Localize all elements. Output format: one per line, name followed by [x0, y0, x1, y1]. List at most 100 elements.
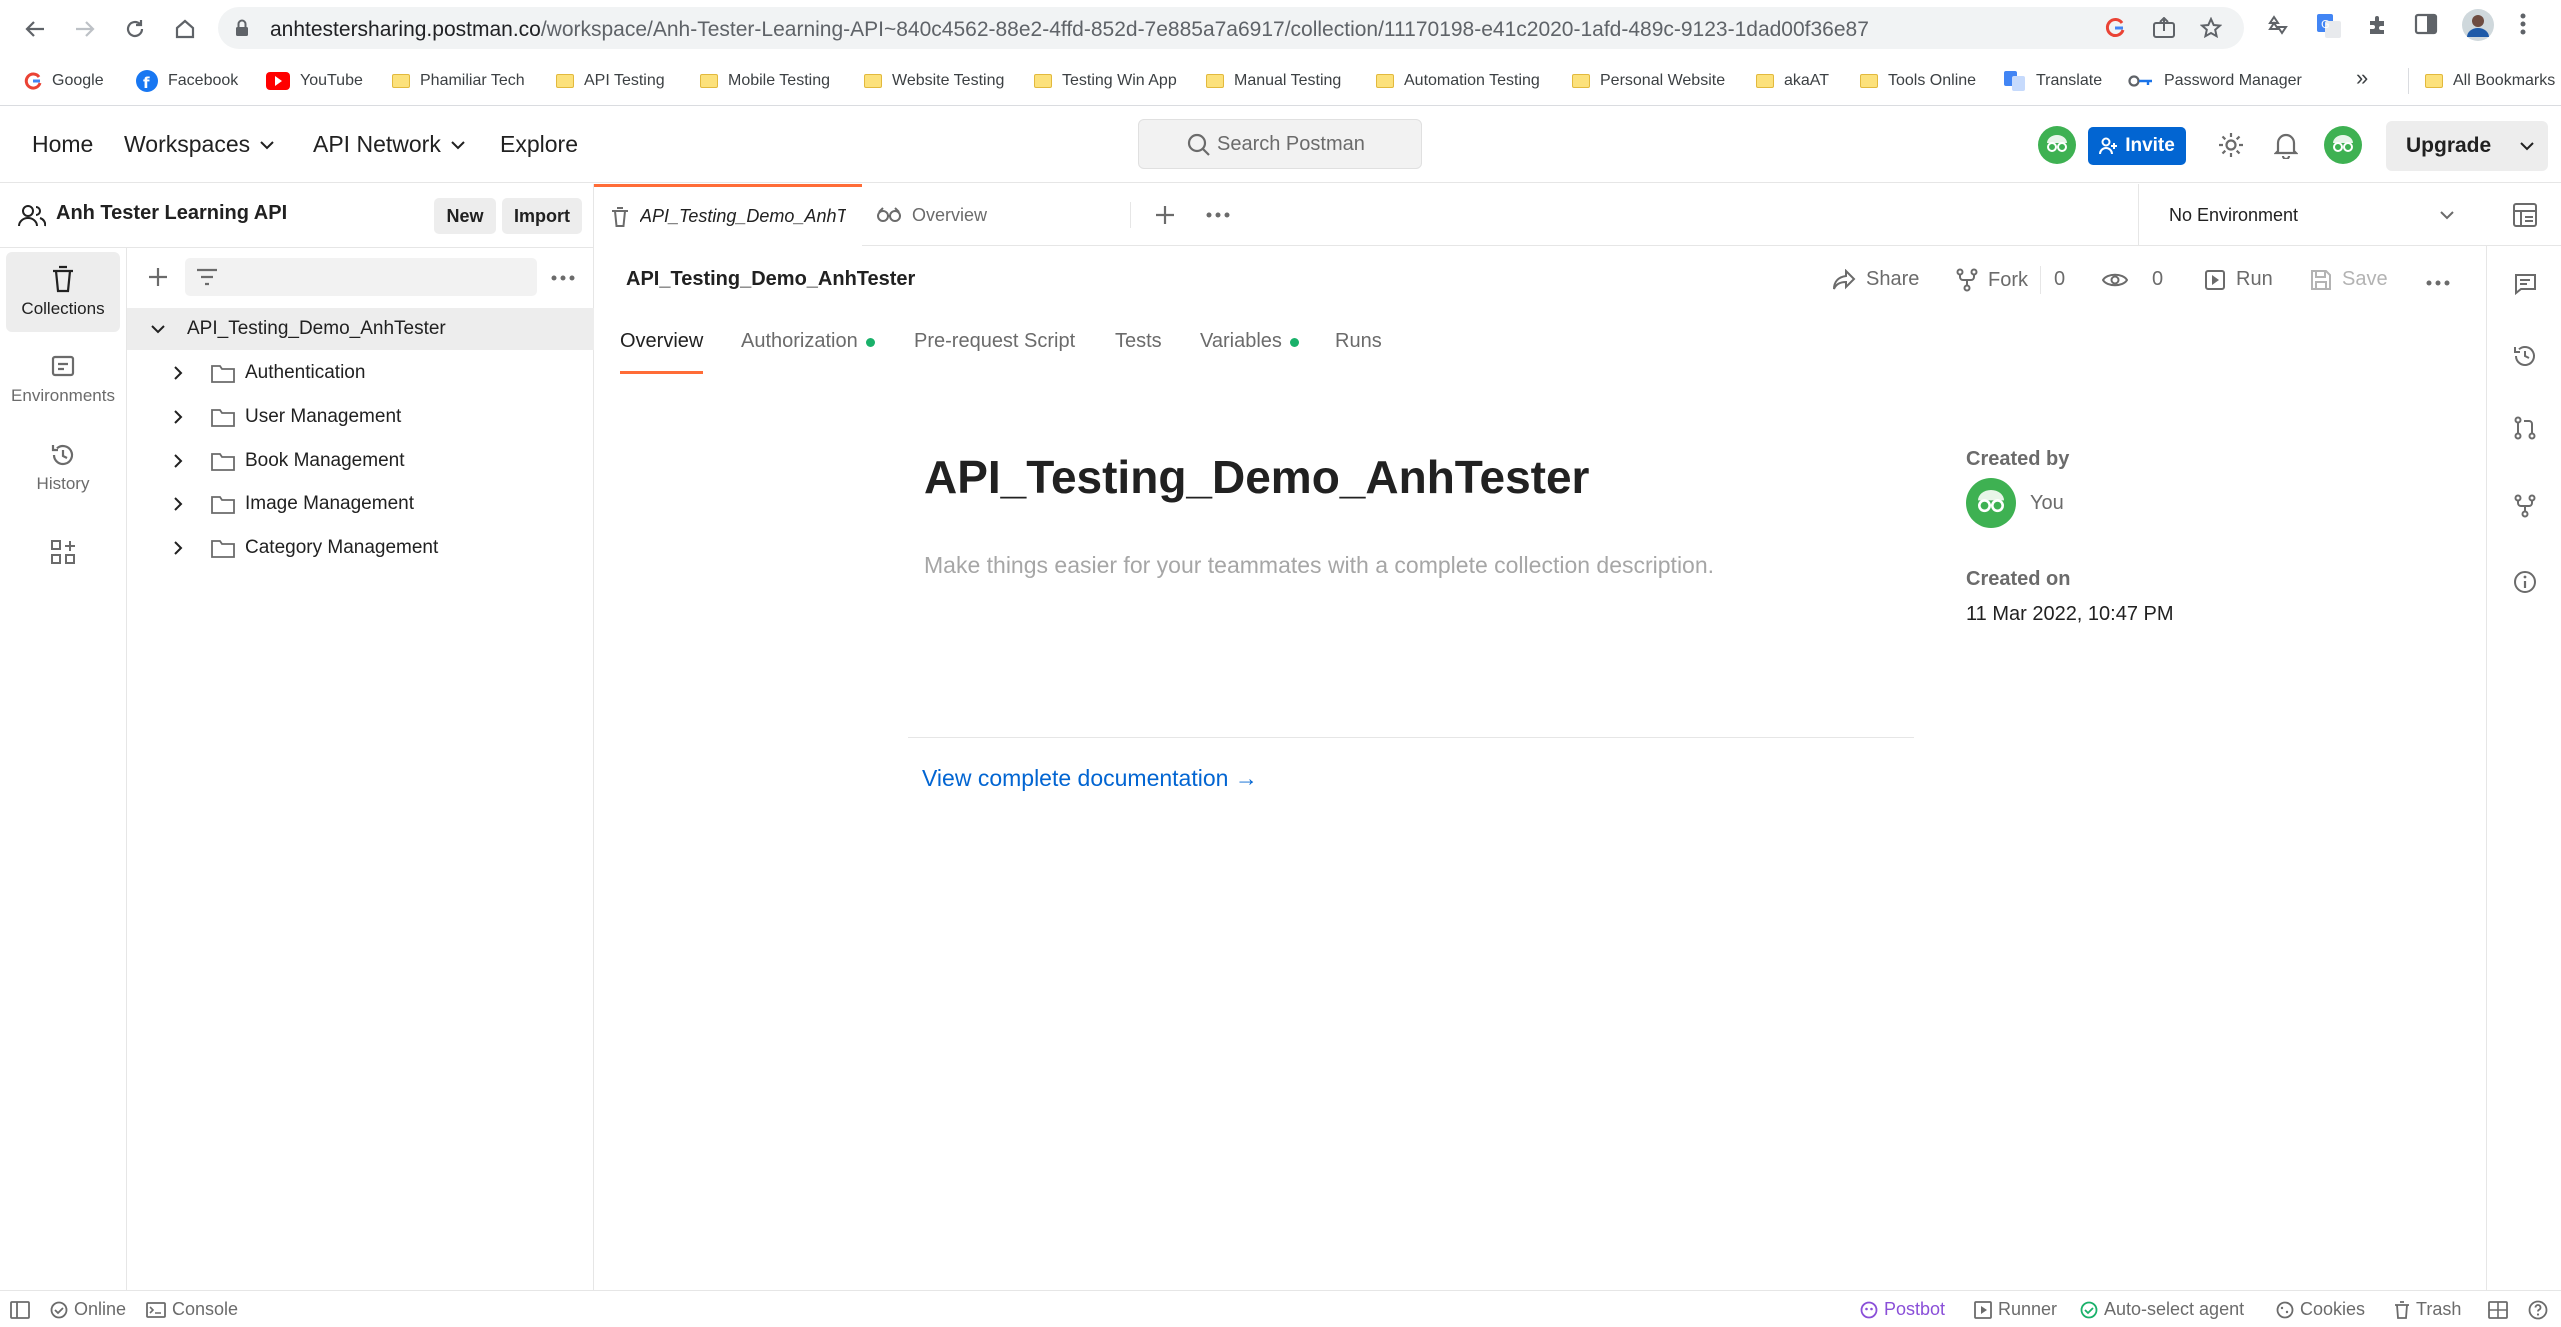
upgrade-button[interactable]: Upgrade [2386, 121, 2548, 171]
share-icon[interactable] [2152, 17, 2176, 39]
filter-input[interactable] [185, 258, 537, 296]
tab-tests[interactable]: Tests [1115, 330, 1162, 374]
cookies-button[interactable]: Cookies [2276, 1299, 2365, 1320]
bell-icon[interactable] [2274, 131, 2298, 159]
collection-more-options-icon[interactable] [2426, 280, 2450, 286]
tab-variables[interactable]: Variables [1200, 330, 1299, 374]
profile-avatar[interactable] [2462, 9, 2494, 41]
info-icon[interactable] [2513, 570, 2537, 594]
bookmark-folder[interactable]: Website Testing [864, 68, 1004, 94]
bookmark-translate[interactable]: Translate [2004, 68, 2102, 94]
side-panel-icon[interactable] [2414, 13, 2438, 35]
folder-item[interactable]: Book Management [127, 440, 594, 482]
sidebar-item-configure[interactable] [6, 524, 120, 580]
avatar-glasses-icon [1978, 490, 2004, 513]
bookmark-folder[interactable]: Tools Online [1860, 68, 1976, 94]
forward-icon[interactable] [68, 12, 102, 46]
share-button[interactable]: Share [1832, 268, 1919, 291]
bookmark-youtube[interactable]: YouTube [266, 68, 363, 94]
bookmark-folder[interactable]: akaAT [1756, 68, 1829, 94]
watch-button[interactable]: 0 [2102, 268, 2163, 291]
folder-item[interactable]: User Management [127, 396, 594, 438]
console-button[interactable]: Console [146, 1299, 238, 1320]
bookmark-facebook[interactable]: f Facebook [136, 68, 238, 94]
workspaces-nav[interactable]: Workspaces [124, 131, 274, 158]
agent-select[interactable]: Auto-select agent [2080, 1299, 2244, 1320]
folder-icon [1572, 74, 1590, 88]
collection-title[interactable]: API_Testing_Demo_AnhTester [924, 450, 1589, 504]
address-bar[interactable]: anhtestersharing.postman.co/workspace/An… [218, 7, 2244, 49]
view-documentation-link[interactable]: View complete documentation → [922, 765, 1258, 792]
bookmark-folder[interactable]: Automation Testing [1376, 68, 1540, 94]
new-tab-plus-icon[interactable] [1154, 204, 1176, 226]
sidebar-item-collections[interactable]: Collections [6, 252, 120, 332]
online-status[interactable]: Online [50, 1299, 126, 1320]
postbot-button[interactable]: Postbot [1860, 1299, 1945, 1320]
comments-icon[interactable] [2513, 272, 2537, 296]
user-avatar[interactable] [2324, 126, 2362, 164]
environment-select[interactable]: No Environment [2138, 184, 2472, 246]
folder-item[interactable]: Category Management [127, 527, 594, 569]
collection-item[interactable]: API_Testing_Demo_AnhTester [127, 308, 594, 350]
fork-icon[interactable] [2513, 494, 2537, 518]
team-avatar[interactable] [2038, 126, 2076, 164]
gear-icon[interactable] [2217, 131, 2245, 159]
changelog-history-icon[interactable] [2513, 344, 2537, 368]
toggle-sidebar-icon[interactable] [10, 1301, 30, 1319]
new-button[interactable]: New [434, 198, 496, 234]
browser-menu-icon[interactable] [2520, 13, 2526, 35]
runner-button[interactable]: Runner [1974, 1299, 2057, 1320]
more-options-icon[interactable] [551, 275, 575, 281]
home-icon[interactable] [168, 12, 202, 46]
environment-quick-look-icon[interactable] [2512, 202, 2538, 228]
tab-more-options-icon[interactable] [1206, 212, 1230, 218]
run-button[interactable]: Run [2204, 268, 2273, 291]
bookmark-folder[interactable]: Manual Testing [1206, 68, 1341, 94]
bookmark-folder[interactable]: API Testing [556, 68, 665, 94]
tab-collection[interactable]: API_Testing_Demo_AnhTe [594, 184, 862, 246]
more-bookmarks-button[interactable]: » [2356, 65, 2368, 91]
reload-icon[interactable] [118, 12, 152, 46]
tab-overview[interactable]: Overview [876, 184, 1076, 246]
sidebar-item-history[interactable]: History [6, 428, 120, 508]
bookmark-folder[interactable]: Mobile Testing [700, 68, 830, 94]
folder-item[interactable]: Authentication [127, 352, 594, 394]
help-icon[interactable] [2528, 1300, 2548, 1320]
collection-description[interactable]: Make things easier for your teammates wi… [924, 552, 1714, 579]
trash-button[interactable]: Trash [2394, 1299, 2461, 1320]
invite-button[interactable]: Invite [2088, 127, 2186, 165]
bookmark-password-manager[interactable]: Password Manager [2128, 68, 2302, 94]
import-button[interactable]: Import [502, 198, 582, 234]
bookmark-folder[interactable]: Testing Win App [1034, 68, 1177, 94]
explore-nav[interactable]: Explore [500, 131, 578, 158]
fork-button[interactable]: Fork [1956, 268, 2028, 292]
bookmark-folder[interactable]: Personal Website [1572, 68, 1725, 94]
folder-icon [1756, 74, 1774, 88]
fork-count[interactable]: 0 [2054, 268, 2065, 291]
two-pane-view-icon[interactable] [2488, 1301, 2508, 1319]
sidebar-item-environments[interactable]: Environments [6, 340, 120, 420]
save-button[interactable]: Save [2310, 268, 2388, 291]
all-bookmarks-folder[interactable]: All Bookmarks [2408, 68, 2555, 94]
search-input[interactable]: Search Postman [1138, 119, 1422, 169]
bookmark-star-icon[interactable] [2200, 17, 2222, 39]
google-translate-extension-icon[interactable]: G [2316, 13, 2342, 39]
bookmark-folder[interactable]: Phamiliar Tech [392, 68, 525, 94]
home-nav[interactable]: Home [32, 131, 93, 158]
workspace-name: Anh Tester Learning API [56, 202, 288, 224]
extensions-puzzle-icon[interactable] [2366, 13, 2390, 37]
recycle-extension-icon[interactable] [2266, 13, 2290, 37]
google-lens-icon[interactable] [2104, 17, 2126, 39]
pull-requests-icon[interactable] [2513, 416, 2537, 440]
tab-runs[interactable]: Runs [1335, 330, 1382, 374]
tab-pre-request-script[interactable]: Pre-request Script [914, 330, 1075, 374]
chevron-right-icon [174, 497, 183, 511]
bookmark-google[interactable]: Google [24, 68, 104, 94]
back-icon[interactable] [18, 12, 52, 46]
plus-icon[interactable] [147, 266, 169, 288]
folder-item[interactable]: Image Management [127, 483, 594, 525]
api-network-nav[interactable]: API Network [313, 131, 465, 158]
tab-authorization[interactable]: Authorization [741, 330, 875, 374]
tab-overview[interactable]: Overview [620, 330, 704, 374]
youtube-icon [266, 72, 290, 90]
